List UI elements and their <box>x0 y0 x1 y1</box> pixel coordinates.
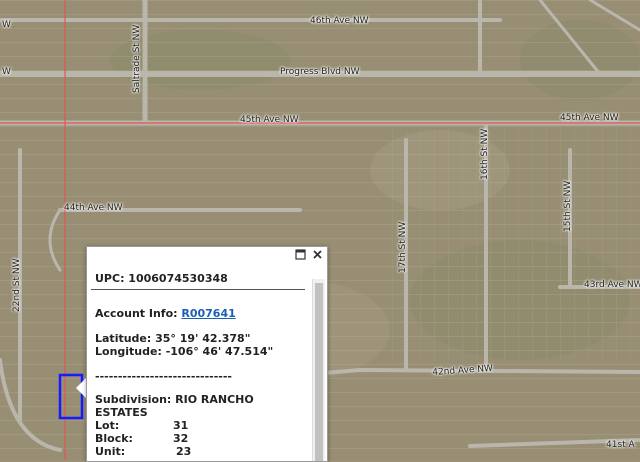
road-label-43rd-ave: 43rd Ave NW <box>584 280 640 290</box>
road-label-saltrade-st: Saltrade St NW <box>132 24 142 93</box>
block-label: Block: <box>95 432 133 445</box>
road-label-progress-blvd: Progress Blvd NW <box>280 67 360 77</box>
subdivision-text-cont: ESTATES <box>95 406 148 419</box>
road-label-46th-ave: 46th Ave NW <box>310 16 369 26</box>
road-label-15th-st: 15th St NW <box>563 180 573 232</box>
scrollbar-thumb[interactable] <box>315 283 323 461</box>
road-label-41st-ave: 41st A <box>606 440 635 450</box>
road-label-edge-top-left: W <box>2 20 11 30</box>
road-label-22nd-st: 22nd St NW <box>12 258 22 312</box>
upc-text: UPC: 1006074530348 <box>95 272 228 285</box>
road-label-45th-ave-right: 45th Ave NW <box>560 113 619 123</box>
road-label-45th-ave-left: 45th Ave NW <box>240 115 299 125</box>
lot-row: Lot: 31 <box>95 419 309 432</box>
unit-row: Unit: 23 <box>95 445 309 458</box>
lot-value: 31 <box>173 419 189 432</box>
popup-content: UPC: 1006074530348 Account Info: R007641… <box>95 272 309 461</box>
road-label-16th-st: 16th St NW <box>480 128 490 180</box>
popup-scrollbar[interactable] <box>312 279 325 461</box>
road-label-17th-st: 17th St NW <box>398 221 408 273</box>
parcel-info-popup: UPC: 1006074530348 Account Info: R007641… <box>86 246 328 462</box>
account-link[interactable]: R007641 <box>181 307 235 320</box>
road-label-edge-mid-left: W <box>2 67 11 77</box>
separator-text: ------------------------------ <box>95 370 232 383</box>
road-label-44th-ave: 44th Ave NW <box>64 203 123 213</box>
account-info-label: Account Info: <box>95 307 182 320</box>
unit-value: 23 <box>176 445 192 458</box>
account-info-row: Account Info: R007641 <box>95 307 309 320</box>
longitude-text: Longitude: -106° 46' 47.514" <box>95 345 274 358</box>
latitude-text: Latitude: 35° 19' 42.378" <box>95 332 251 345</box>
separator-text-bottom: ------------------------------ <box>95 458 309 461</box>
block-row: Block: 32 <box>95 432 309 445</box>
lot-label: Lot: <box>95 419 120 432</box>
subdivision-text: Subdivision: RIO RANCHO <box>95 393 254 406</box>
unit-label: Unit: <box>95 445 126 458</box>
maximize-icon[interactable] <box>294 249 307 262</box>
popup-titlebar <box>87 247 327 265</box>
block-value: 32 <box>173 432 189 445</box>
close-icon[interactable] <box>311 249 324 262</box>
